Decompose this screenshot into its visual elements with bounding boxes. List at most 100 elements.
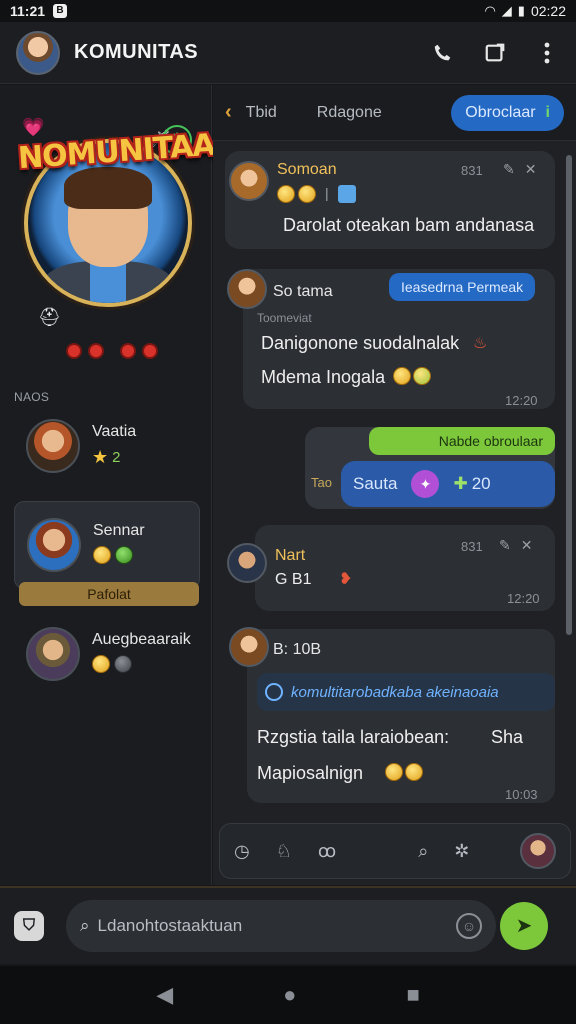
shield-icon[interactable]: ⛉ <box>14 911 44 941</box>
magic-icon: ✦ <box>411 470 440 498</box>
member-item[interactable]: Auegbeaaraik <box>14 611 200 699</box>
avatar <box>229 627 269 667</box>
reaction-row: | <box>277 185 356 203</box>
message-sender: B: 10B <box>273 641 322 658</box>
message-text: G B1 <box>275 571 312 588</box>
member-role-badge: Pafolat <box>19 582 199 606</box>
message-time: 831 <box>461 163 483 178</box>
cube-icon <box>337 185 356 203</box>
back-icon[interactable]: ‹ <box>225 101 232 124</box>
message-actions: ✎ ✕ <box>503 161 536 178</box>
back-nav-icon[interactable]: ◀ <box>156 982 173 1008</box>
message-composer: ⛉ ⌕ Ldanohtostaaktuan ☺ ➤ <box>0 886 576 964</box>
helmet-icon: ⛑ <box>38 307 61 327</box>
message-text: Darolat oteakan bam andanasa <box>283 215 535 235</box>
community-avatar[interactable] <box>16 30 60 75</box>
page-title: KOMUNITAS <box>74 41 199 63</box>
bell-icon[interactable]: ♘ <box>276 841 292 862</box>
avatar <box>227 543 267 583</box>
community-badge[interactable]: 💗 🗡 ⚙ NOMUNITAA ⛑ <box>17 107 216 407</box>
heart-icon: 💗 <box>22 117 45 137</box>
member-name: Sennar <box>93 522 145 539</box>
message-text: Rzgstia taila laraiobean: <box>257 727 450 747</box>
badge-status-dots <box>66 343 158 359</box>
clock-icon[interactable]: ◷ <box>234 841 250 862</box>
pin-icon[interactable]: ✎ <box>503 161 515 178</box>
notification-icon: B <box>53 4 68 18</box>
gear-icon[interactable]: ✲ <box>454 841 469 862</box>
chat-toolbar: ◷ ♘ ꝏ ⌕ ✲ <box>219 823 571 879</box>
sidebar: 💗 🗡 ⚙ NOMUNITAA ⛑ NAOS Vaatia ★ 2 Sennar… <box>0 85 216 885</box>
reward-count: 20 <box>471 474 491 493</box>
separator-icon: | <box>325 185 329 201</box>
message-sender: So tama <box>273 283 333 300</box>
emoji-icon <box>298 185 316 203</box>
chat-message[interactable]: B: 10B komultitarobadkaba akeinaoaia Rzg… <box>229 627 555 803</box>
search-icon: ⌕ <box>80 916 90 935</box>
tab-primary[interactable]: Obroclaar i <box>451 94 564 131</box>
chat-message[interactable]: So tama Ieasedrna Permeak Toomeviat Dani… <box>227 269 555 409</box>
share-window-icon[interactable] <box>482 40 508 66</box>
system-nav-bar: ◀ ● ■ <box>0 966 576 1024</box>
reward-bubble: Sauta ✦ ✚ 20 <box>341 461 555 507</box>
message-tag: Ieasedrna Permeak <box>389 273 536 301</box>
coin-icon <box>114 655 132 673</box>
chat-message[interactable]: Nart 831 ✎ ✕ G B1 ❥ 12:20 <box>227 525 555 611</box>
link-text: komultitarobadkaba akeinaoaia <box>291 683 499 701</box>
avatar <box>227 269 267 309</box>
coin-icon <box>92 655 110 673</box>
message-input[interactable]: ⌕ Ldanohtostaaktuan ☺ <box>66 900 496 952</box>
message-link[interactable]: komultitarobadkaba akeinaoaia <box>257 673 555 711</box>
emoji-row <box>385 763 423 781</box>
chat-message[interactable]: Somoan 831 ✎ ✕ | Darolat oteakan bam and… <box>225 151 555 249</box>
message-time: 831 <box>461 539 483 554</box>
message-label: Tao <box>311 475 332 490</box>
heart-icon: ❥ <box>339 571 353 588</box>
status-time: 11:21 <box>10 3 46 19</box>
chat-message-own[interactable]: Nabde obroulaar Tao Sauta ✦ ✚ 20 <box>305 427 555 509</box>
tab-2[interactable]: Rdagone <box>317 104 382 122</box>
message-time: 12:20 <box>505 393 538 408</box>
pin-icon[interactable]: ✎ <box>499 537 511 554</box>
member-name: Vaatia <box>92 423 137 440</box>
emoji-icon <box>393 367 411 385</box>
scrollbar[interactable] <box>566 155 572 635</box>
sparkle-icon: ✚ <box>453 474 468 493</box>
search-icon[interactable]: ⌕ <box>418 841 428 862</box>
battery-icon: ▮ <box>517 3 525 18</box>
home-nav-icon[interactable]: ● <box>283 982 296 1008</box>
emoji-icon[interactable]: ☺ <box>456 913 482 939</box>
message-sender: Nart <box>275 547 306 564</box>
star-icon: ★ <box>92 447 109 467</box>
member-name: Auegbeaaraik <box>92 631 191 648</box>
phone-icon[interactable] <box>430 40 456 66</box>
glasses-icon[interactable]: ꝏ <box>318 841 336 862</box>
close-icon[interactable]: ✕ <box>525 161 537 178</box>
info-icon: i <box>545 103 550 121</box>
avatar <box>26 419 80 473</box>
user-avatar[interactable] <box>520 833 556 869</box>
members-section-label: NAOS <box>14 390 50 404</box>
member-meta: ★ 2 <box>92 447 120 468</box>
member-item-active[interactable]: Sennar Pafolat <box>14 501 200 606</box>
message-subtitle: Toomeviat <box>257 311 312 325</box>
avatar <box>26 627 80 681</box>
chat-pane: ‹ Tbid Rdagone Obroclaar i Somoan 831 ✎ … <box>213 85 576 885</box>
tab-1[interactable]: Tbid <box>246 104 277 122</box>
emoji-icon <box>385 763 403 781</box>
fire-icon: ♨ <box>473 335 488 352</box>
send-button[interactable]: ➤ <box>500 902 548 950</box>
coin-icon <box>115 546 133 564</box>
member-meta <box>92 655 132 673</box>
message-text-line2: Mapiosalnign <box>257 763 364 783</box>
close-icon[interactable]: ✕ <box>521 537 533 554</box>
message-time: 10:03 <box>505 787 538 802</box>
message-tag: Nabde obroulaar <box>369 427 555 455</box>
app-header: KOMUNITAS <box>0 22 576 84</box>
more-icon[interactable] <box>534 40 560 66</box>
message-text-tail: Sha <box>491 727 524 747</box>
member-item[interactable]: Vaatia ★ 2 <box>14 403 200 491</box>
header-actions <box>430 40 560 66</box>
clock-icon <box>265 683 283 701</box>
recents-nav-icon[interactable]: ■ <box>406 982 419 1008</box>
